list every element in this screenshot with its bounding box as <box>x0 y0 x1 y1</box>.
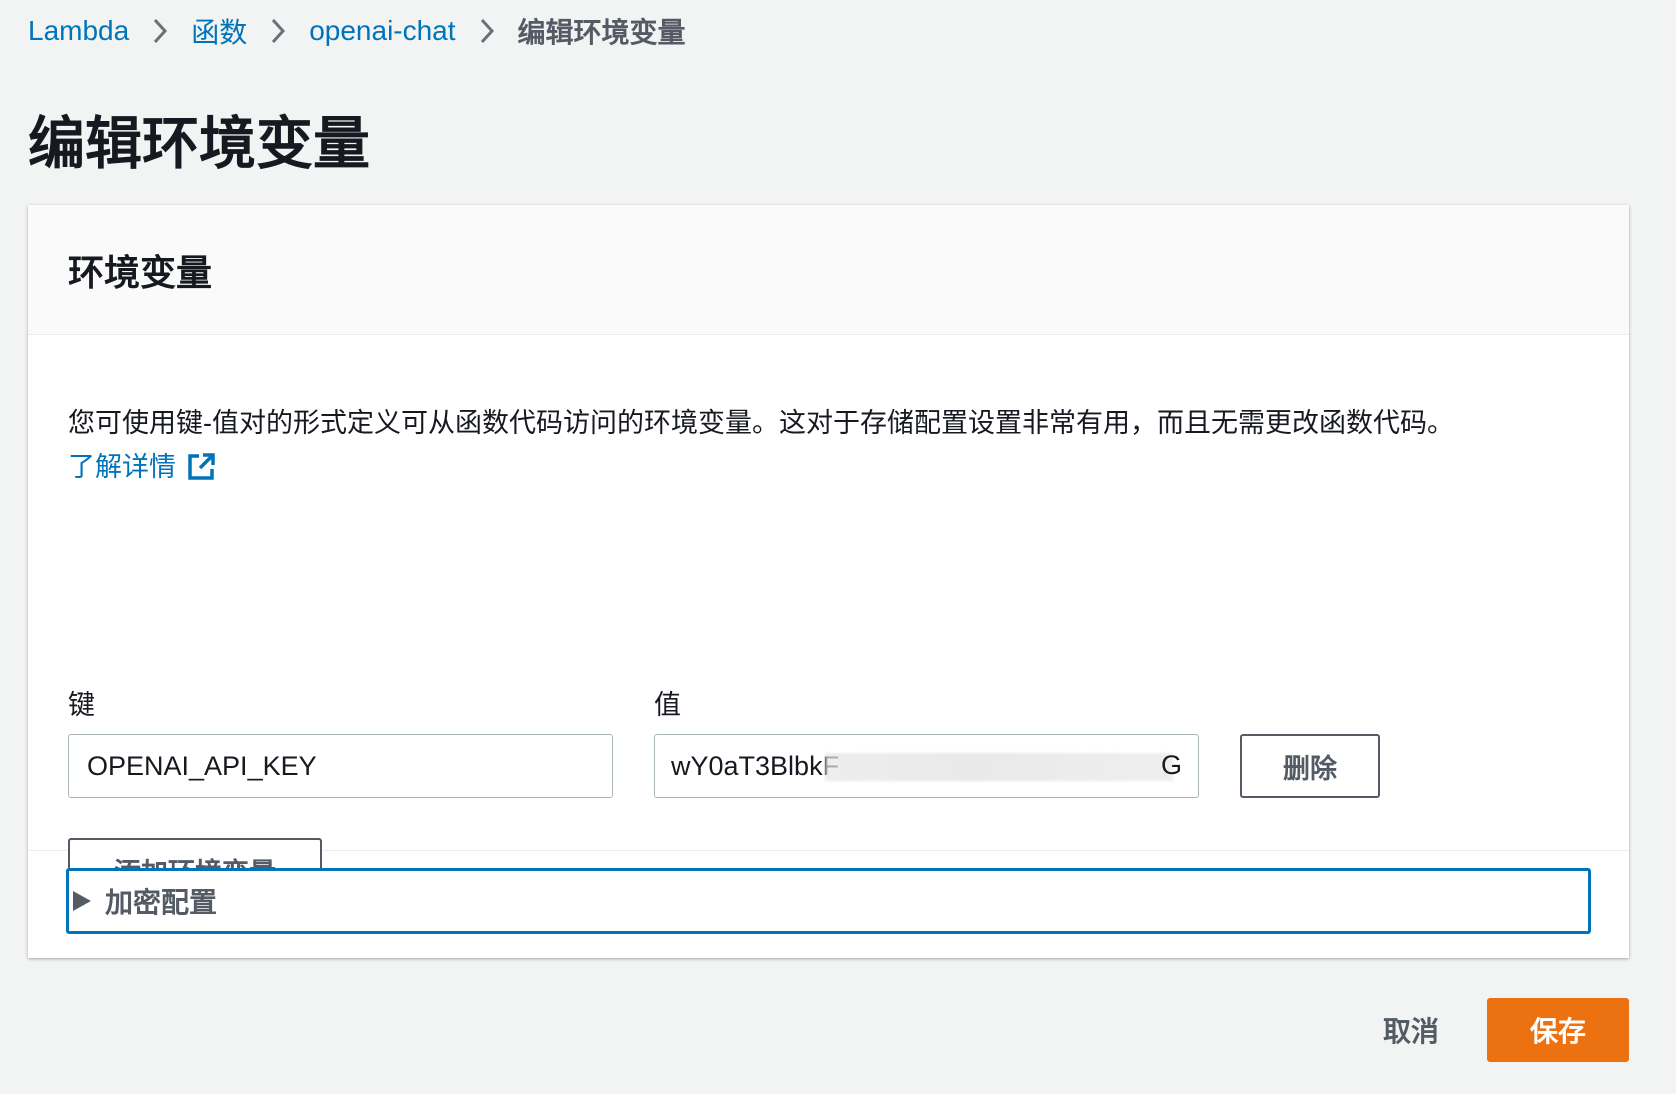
remove-button[interactable]: 删除 <box>1240 734 1380 798</box>
breadcrumb-lambda[interactable]: Lambda <box>28 15 129 47</box>
save-button[interactable]: 保存 <box>1487 998 1629 1062</box>
chevron-right-icon <box>247 10 309 52</box>
breadcrumb-functions[interactable]: 函数 <box>191 11 247 51</box>
chevron-right-icon <box>129 10 191 52</box>
container-header: 环境变量 <box>28 205 1629 335</box>
section-description: 您可使用键-值对的形式定义可从函数代码访问的环境变量。这对于存储配置设置非常有用… <box>68 408 1454 438</box>
encryption-config-label: 加密配置 <box>105 887 218 918</box>
breadcrumb-current: 编辑环境变量 <box>517 17 686 48</box>
breadcrumb: Lambda 函数 openai-chat 编辑环境变量 <box>28 10 686 52</box>
env-key-input[interactable] <box>68 734 613 798</box>
value-tail: G <box>1160 750 1182 780</box>
page-title: 编辑环境变量 <box>28 112 370 176</box>
encryption-config-expandable[interactable]: 加密配置 <box>66 868 1591 934</box>
learn-more-link[interactable]: 了解详情 <box>68 445 216 489</box>
learn-more-label: 了解详情 <box>68 452 176 482</box>
env-value-field[interactable]: G <box>654 734 1199 798</box>
section-title: 环境变量 <box>68 251 213 293</box>
external-link-icon <box>188 453 215 480</box>
redaction-overlay <box>825 753 1173 781</box>
breadcrumb-function-name[interactable]: openai-chat <box>309 15 455 47</box>
value-label: 值 <box>654 690 681 720</box>
key-label: 键 <box>68 690 95 720</box>
caret-right-icon <box>71 889 105 913</box>
chevron-right-icon <box>456 10 518 52</box>
container-body: 您可使用键-值对的形式定义可从函数代码访问的环境变量。这对于存储配置设置非常有用… <box>28 335 1629 902</box>
env-variables-container: 环境变量 您可使用键-值对的形式定义可从函数代码访问的环境变量。这对于存储配置设… <box>28 205 1629 958</box>
cancel-button[interactable]: 取消 <box>1356 998 1466 1062</box>
